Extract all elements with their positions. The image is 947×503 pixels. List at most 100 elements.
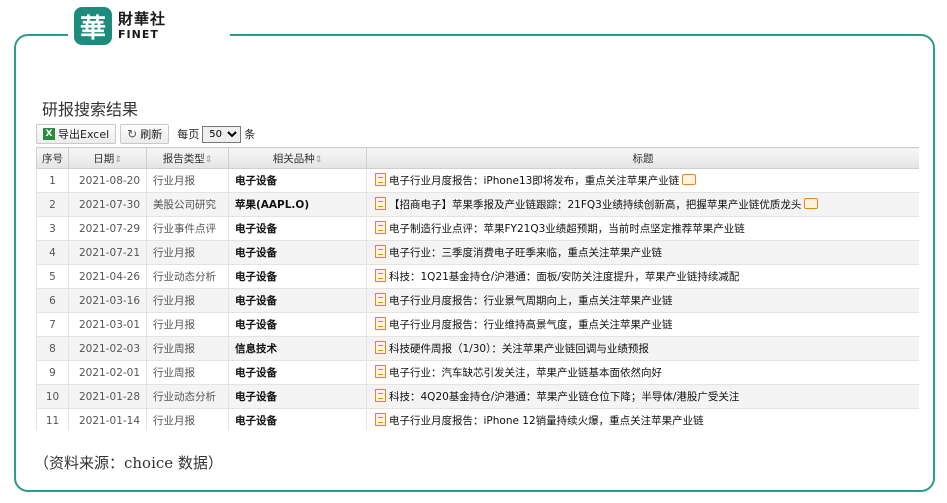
row-title-cell: 电子行业：汽车缺芯引发关注，苹果产业链基本面依然向好 xyxy=(366,360,919,385)
report-title-link[interactable]: 电子行业月度报告：iPhone13即将发布，重点关注苹果产业链 xyxy=(389,175,679,187)
row-number: 11 xyxy=(36,408,69,430)
row-report-type: 行业动态分析 xyxy=(146,264,229,289)
sort-icon: ⇕ xyxy=(114,154,122,165)
row-product: 电子设备 xyxy=(228,408,367,430)
row-title-cell: 电子制造行业点评：苹果FY21Q3业绩超预期，当前时点坚定推荐苹果产业链 xyxy=(366,216,919,241)
header-product[interactable]: 相关品种⇕ xyxy=(228,147,367,169)
row-number: 10 xyxy=(36,384,69,409)
table-row[interactable]: 9 2021-02-01 行业周报 电子设备 电子行业：汽车缺芯引发关注，苹果产业链基本… xyxy=(36,360,919,385)
export-excel-button[interactable]: X 导出Excel xyxy=(36,124,117,144)
report-title-link[interactable]: 科技硬件周报（1/30）：关注苹果产业链回调与业绩预报 xyxy=(389,343,649,355)
row-date: 2021-02-03 xyxy=(68,336,147,361)
header-type[interactable]: 报告类型⇕ xyxy=(146,147,229,169)
table-body: 1 2021-08-20 行业月报 电子设备 电子行业月度报告：iPhone13即将发布… xyxy=(36,168,919,430)
row-title-cell: 科技硬件周报（1/30）：关注苹果产业链回调与业绩预报 xyxy=(366,336,919,361)
row-product: 电子设备 xyxy=(228,384,367,409)
document-icon[interactable] xyxy=(375,245,386,258)
row-report-type: 行业月报 xyxy=(146,240,229,265)
row-date: 2021-07-21 xyxy=(68,240,147,265)
row-report-type: 行业动态分析 xyxy=(146,384,229,409)
report-title-link[interactable]: 【招商电子】苹果季报及产业链跟踪：21FQ3业绩持续创新高，把握苹果产业链优质龙… xyxy=(389,199,801,211)
row-product: 电子设备 xyxy=(228,360,367,385)
table-row[interactable]: 2 2021-07-30 美股公司研究 苹果(AAPL.O) 【招商电子】苹果季报及产业… xyxy=(36,192,919,217)
report-title-link[interactable]: 电子行业月度报告：iPhone 12销量持续火爆，重点关注苹果产业链 xyxy=(389,415,704,427)
row-date: 2021-07-30 xyxy=(68,192,147,217)
row-product: 苹果(AAPL.O) xyxy=(228,192,367,217)
row-product: 信息技术 xyxy=(228,336,367,361)
table-row[interactable]: 8 2021-02-03 行业周报 信息技术 科技硬件周报（1/30）：关注苹果产业链回… xyxy=(36,336,919,361)
report-title-link[interactable]: 电子制造行业点评：苹果FY21Q3业绩超预期，当前时点坚定推荐苹果产业链 xyxy=(389,223,745,235)
row-number: 3 xyxy=(36,216,69,241)
report-table-container: 序号 日期⇕ 报告类型⇕ 相关品种⇕ 标题 1 2021-08-20 行业月报 电子设… xyxy=(36,147,919,430)
document-icon[interactable] xyxy=(375,221,386,234)
mail-icon[interactable] xyxy=(804,198,819,209)
refresh-button[interactable]: ↻ 刷新 xyxy=(120,124,170,144)
table-row[interactable]: 3 2021-07-29 行业事件点评 电子设备 电子制造行业点评：苹果FY21Q3业绩… xyxy=(36,216,919,241)
row-number: 9 xyxy=(36,360,69,385)
row-title-cell: 科技：4Q20基金持仓/沪港通：苹果产业链仓位下降；半导体/港股广受关注 xyxy=(366,384,919,409)
row-product: 电子设备 xyxy=(228,264,367,289)
report-table: 序号 日期⇕ 报告类型⇕ 相关品种⇕ 标题 1 2021-08-20 行业月报 电子设… xyxy=(36,147,919,430)
row-number: 4 xyxy=(36,240,69,265)
row-product: 电子设备 xyxy=(228,168,367,193)
table-row[interactable]: 5 2021-04-26 行业动态分析 电子设备 科技：1Q21基金持仓/沪港通：面板/… xyxy=(36,264,919,289)
per-page-prefix: 每页 xyxy=(177,128,200,141)
row-product: 电子设备 xyxy=(228,312,367,337)
logo-name-en: FINET xyxy=(118,28,159,41)
row-date: 2021-02-01 xyxy=(68,360,147,385)
document-icon[interactable] xyxy=(375,269,386,282)
row-report-type: 行业月报 xyxy=(146,312,229,337)
row-report-type: 行业月报 xyxy=(146,168,229,193)
row-product: 电子设备 xyxy=(228,288,367,313)
table-row[interactable]: 1 2021-08-20 行业月报 电子设备 电子行业月度报告：iPhone13即将发布… xyxy=(36,168,919,193)
table-row[interactable]: 6 2021-03-16 行业月报 电子设备 电子行业月度报告：行业景气周期向上，重点关… xyxy=(36,288,919,313)
document-icon[interactable] xyxy=(375,293,386,306)
row-title-cell: 电子行业月度报告：iPhone 12销量持续火爆，重点关注苹果产业链 xyxy=(366,408,919,430)
document-icon[interactable] xyxy=(375,317,386,330)
report-title-link[interactable]: 科技：1Q21基金持仓/沪港通：面板/安防关注度提升，苹果产业链持续减配 xyxy=(389,271,739,283)
row-report-type: 行业周报 xyxy=(146,360,229,385)
per-page-select[interactable]: 50 xyxy=(202,125,242,143)
row-title-cell: 电子行业月度报告：行业景气周期向上，重点关注苹果产业链 xyxy=(366,288,919,313)
table-row[interactable]: 10 2021-01-28 行业动态分析 电子设备 科技：4Q20基金持仓/沪港通：苹果… xyxy=(36,384,919,409)
report-title-link[interactable]: 电子行业月度报告：行业景气周期向上，重点关注苹果产业链 xyxy=(389,295,673,307)
document-icon[interactable] xyxy=(375,173,386,186)
row-title-cell: 电子行业月度报告：iPhone13即将发布，重点关注苹果产业链 xyxy=(366,168,919,193)
toolbar: X 导出Excel ↻ 刷新 每页 50 条 xyxy=(36,123,255,145)
row-report-type: 行业月报 xyxy=(146,408,229,430)
finet-logo: 華 財華社 FINET xyxy=(68,6,230,46)
panel-title: 研报搜索结果 xyxy=(42,100,139,119)
document-icon[interactable] xyxy=(375,365,386,378)
report-title-link[interactable]: 电子行业：汽车缺芯引发关注，苹果产业链基本面依然向好 xyxy=(389,367,662,379)
document-icon[interactable] xyxy=(375,389,386,402)
row-date: 2021-08-20 xyxy=(68,168,147,193)
sort-icon: ⇕ xyxy=(204,154,213,165)
table-row[interactable]: 11 2021-01-14 行业月报 电子设备 电子行业月度报告：iPhone 12销量… xyxy=(36,408,919,430)
document-icon[interactable] xyxy=(375,413,386,426)
report-title-link[interactable]: 电子行业：三季度消费电子旺季来临，重点关注苹果产业链 xyxy=(389,247,662,259)
table-header-row: 序号 日期⇕ 报告类型⇕ 相关品种⇕ 标题 xyxy=(36,147,919,169)
row-number: 8 xyxy=(36,336,69,361)
row-product: 电子设备 xyxy=(228,216,367,241)
row-report-type: 行业周报 xyxy=(146,336,229,361)
row-number: 2 xyxy=(36,192,69,217)
report-title-link[interactable]: 电子行业月度报告：行业维持高景气度，重点关注苹果产业链 xyxy=(389,319,673,331)
document-icon[interactable] xyxy=(375,197,386,210)
data-source-note: （资料来源：choice 数据） xyxy=(34,454,223,472)
refresh-label: 刷新 xyxy=(140,128,163,141)
row-report-type: 美股公司研究 xyxy=(146,192,229,217)
row-date: 2021-04-26 xyxy=(68,264,147,289)
row-date: 2021-03-01 xyxy=(68,312,147,337)
row-report-type: 行业月报 xyxy=(146,288,229,313)
per-page-control: 每页 50 条 xyxy=(177,125,255,143)
logo-text: 財華社 FINET xyxy=(118,12,166,41)
row-number: 6 xyxy=(36,288,69,313)
logo-seal-icon: 華 xyxy=(74,7,112,45)
mail-icon[interactable] xyxy=(682,174,697,185)
report-title-link[interactable]: 科技：4Q20基金持仓/沪港通：苹果产业链仓位下降；半导体/港股广受关注 xyxy=(389,391,739,403)
document-icon[interactable] xyxy=(375,341,386,354)
table-row[interactable]: 7 2021-03-01 行业月报 电子设备 电子行业月度报告：行业维持高景气度，重点关… xyxy=(36,312,919,337)
header-title: 标题 xyxy=(366,147,919,169)
table-row[interactable]: 4 2021-07-21 行业月报 电子设备 电子行业：三季度消费电子旺季来临，重点关注… xyxy=(36,240,919,265)
header-date[interactable]: 日期⇕ xyxy=(68,147,147,169)
